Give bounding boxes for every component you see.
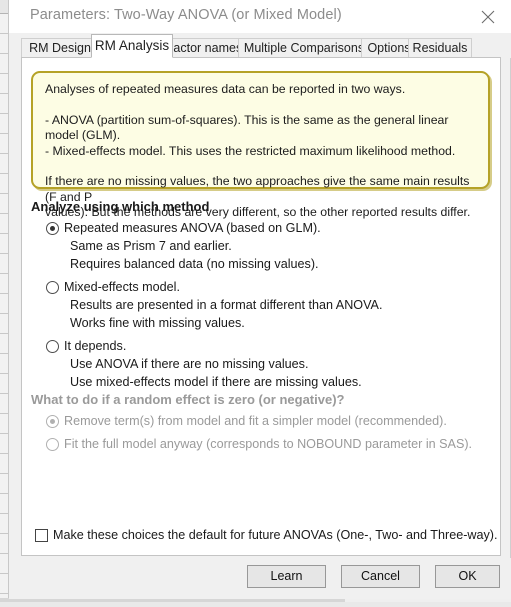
close-icon-glyph xyxy=(481,10,495,24)
cancel-button[interactable]: Cancel xyxy=(341,565,420,588)
method-1-detail-0: Results are presented in a format differ… xyxy=(70,298,383,312)
background-status-band xyxy=(0,598,511,607)
dialog-footer: Learn Cancel OK xyxy=(9,558,511,599)
tab-residuals[interactable]: Residuals xyxy=(408,38,472,58)
dialog-title: Parameters: Two-Way ANOVA (or Mixed Mode… xyxy=(30,7,342,23)
radio-label: Fit the full model anyway (corresponds t… xyxy=(64,437,473,451)
method-1-detail-1: Works fine with missing values. xyxy=(70,316,245,330)
info-spacer-2 xyxy=(45,159,478,174)
checkbox-indicator xyxy=(35,528,48,542)
radio-label: It depends. xyxy=(64,339,127,353)
radio-label: Remove term(s) from model and fit a simp… xyxy=(64,414,447,428)
info-callout-box: Analyses of repeated measures data can b… xyxy=(31,71,490,219)
radio-label: Repeated measures ANOVA (based on GLM). xyxy=(64,221,321,235)
radio-indicator xyxy=(46,281,59,294)
dialog-titlebar: Parameters: Two-Way ANOVA (or Mixed Mode… xyxy=(9,0,511,33)
ok-button[interactable]: OK xyxy=(435,565,500,588)
close-icon[interactable] xyxy=(465,0,511,32)
radio-indicator xyxy=(46,415,59,428)
method-0-detail-1: Requires balanced data (no missing value… xyxy=(70,257,319,271)
tab-rm-design[interactable]: RM Design xyxy=(21,38,99,58)
learn-button[interactable]: Learn xyxy=(247,565,326,588)
radio-indicator xyxy=(46,222,59,235)
info-line-3: - Mixed-effects model. This uses the res… xyxy=(45,143,456,158)
radio-indicator xyxy=(46,438,59,451)
method-2-detail-0: Use ANOVA if there are no missing values… xyxy=(70,357,309,371)
radio-fit-full-model-anyway: Fit the full model anyway (corresponds t… xyxy=(46,437,472,451)
tab-factor-names[interactable]: Factor names xyxy=(161,38,247,58)
radio-repeated-measures-anova[interactable]: Repeated measures ANOVA (based on GLM). xyxy=(46,221,321,235)
radio-it-depends[interactable]: It depends. xyxy=(46,339,126,353)
method-section-heading: Analyze using which method xyxy=(31,199,210,214)
checkbox-label: Make these choices the default for futur… xyxy=(53,528,498,542)
method-2-detail-1: Use mixed-effects model if there are mis… xyxy=(70,375,362,389)
make-default-checkbox[interactable]: Make these choices the default for futur… xyxy=(35,528,498,542)
radio-remove-terms-from-model: Remove term(s) from model and fit a simp… xyxy=(46,414,447,428)
radio-indicator xyxy=(46,340,59,353)
radio-label: Mixed-effects model. xyxy=(64,280,180,294)
info-line-1: Analyses of repeated measures data can b… xyxy=(45,82,406,96)
tab-rm-analysis[interactable]: RM Analysis xyxy=(91,34,173,58)
info-spacer-1 xyxy=(45,98,478,113)
random-effect-section-heading: What to do if a random effect is zero (o… xyxy=(31,392,345,407)
parameters-dialog: Parameters: Two-Way ANOVA (or Mixed Mode… xyxy=(9,0,511,599)
tab-bar: RM Design Factor names Multiple Comparis… xyxy=(9,33,511,58)
info-line-2: - ANOVA (partition sum-of-squares). This… xyxy=(45,112,449,143)
tab-content-panel: Analyses of repeated measures data can b… xyxy=(21,57,501,556)
tab-multiple-comparisons[interactable]: Multiple Comparisons xyxy=(238,38,370,58)
method-0-detail-0: Same as Prism 7 and earlier. xyxy=(70,239,232,253)
worksheet-row-lines xyxy=(0,14,8,607)
radio-mixed-effects-model[interactable]: Mixed-effects model. xyxy=(46,280,180,294)
worksheet-header-cell xyxy=(0,0,8,14)
